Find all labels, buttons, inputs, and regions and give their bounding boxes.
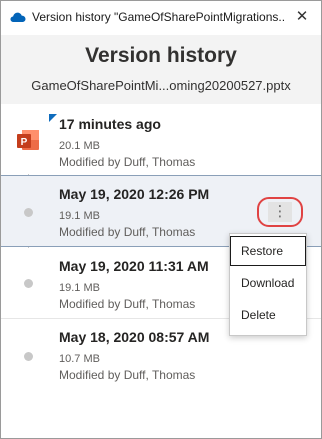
version-author: Modified by Duff, Thomas <box>59 368 196 382</box>
version-date: 17 minutes ago <box>59 116 161 132</box>
version-size: 20.1 MB <box>59 140 100 152</box>
close-icon[interactable]: ✕ <box>293 8 311 26</box>
timeline-dot <box>24 208 33 217</box>
powerpoint-icon: P <box>17 130 39 150</box>
version-date: May 18, 2020 08:57 AM <box>59 329 210 345</box>
version-entry-current[interactable]: P 17 minutes ago 20.1 MB Modified by Duf… <box>1 104 321 174</box>
menu-item-download[interactable]: Download <box>230 268 306 298</box>
version-context-menu: Restore Download Delete <box>229 233 307 336</box>
page-title: Version history <box>85 44 237 67</box>
more-options-button[interactable]: ⋮ <box>257 197 303 227</box>
version-date: May 19, 2020 11:31 AM <box>59 258 209 274</box>
more-vertical-icon: ⋮ <box>272 203 288 220</box>
timeline-dot <box>24 352 33 361</box>
version-history-window: Version history "GameOfSharePointMigrati… <box>0 0 322 439</box>
version-size: 19.1 MB <box>59 210 100 222</box>
menu-item-restore[interactable]: Restore <box>230 236 306 266</box>
menu-item-delete[interactable]: Delete <box>230 300 306 330</box>
title-bar: Version history "GameOfSharePointMigrati… <box>1 1 321 35</box>
new-version-marker-icon <box>49 114 57 122</box>
file-name: GameOfSharePointMi...oming20200527.pptx <box>31 78 291 93</box>
timeline-dot <box>24 279 33 288</box>
version-author: Modified by Duff, Thomas <box>59 225 196 239</box>
version-size: 10.7 MB <box>59 353 100 365</box>
version-date: May 19, 2020 12:26 PM <box>59 186 210 202</box>
onedrive-cloud-icon <box>10 12 26 22</box>
panel-header: Version history GameOfSharePointMi...omi… <box>1 35 321 105</box>
version-size: 19.1 MB <box>59 282 100 294</box>
version-author: Modified by Duff, Thomas <box>59 297 196 311</box>
svg-text:P: P <box>21 137 28 148</box>
window-title: Version history "GameOfSharePointMigrati… <box>32 10 284 24</box>
version-author: Modified by Duff, Thomas <box>59 155 196 169</box>
